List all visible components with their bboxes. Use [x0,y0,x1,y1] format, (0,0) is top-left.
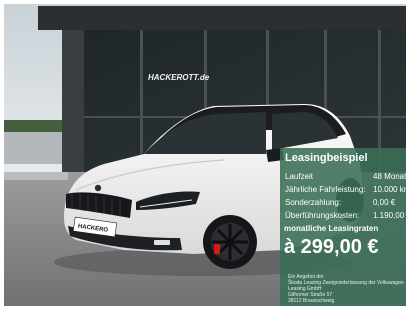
down-payment-value: 0,00 € [373,198,396,207]
transfer-cost-value: 1.190,00 € [373,211,406,220]
offer-line: 38112 Braunschweig [288,298,335,304]
down-payment-label: Sonderzahlung: [285,198,342,207]
brake-caliper [214,244,220,254]
curb [4,172,68,180]
building-roof [38,6,406,30]
monthly-rate-label: monatliche Leasingraten [284,224,379,233]
mileage-value: 10.000 km [373,185,406,194]
monthly-price: à 299,00 € [284,236,379,258]
offer-disclaimer: Ein Angebot der Škoda Leasing Zweigniede… [288,274,404,304]
brand-logo [94,184,102,192]
leasing-panel: Leasingbeispiel Laufzeit 48 Monate Jährl… [280,148,406,306]
term-label: Laufzeit [285,172,314,181]
term-value: 48 Monate [373,172,406,181]
wall [4,132,66,164]
front-wheel [203,215,257,269]
dealer-sign: HACKEROTT.de [148,73,210,82]
building-pillar [62,30,84,176]
listing-photo: HACKEROTT.de HACKERO Leasingbeispiel Lau… [4,4,406,306]
fog-light [154,240,170,245]
mileage-label: Jährliche Fahrleistung: [285,185,366,194]
transfer-cost-label: Überführungskosten: [285,211,360,220]
leasing-title: Leasingbeispiel [285,152,368,164]
